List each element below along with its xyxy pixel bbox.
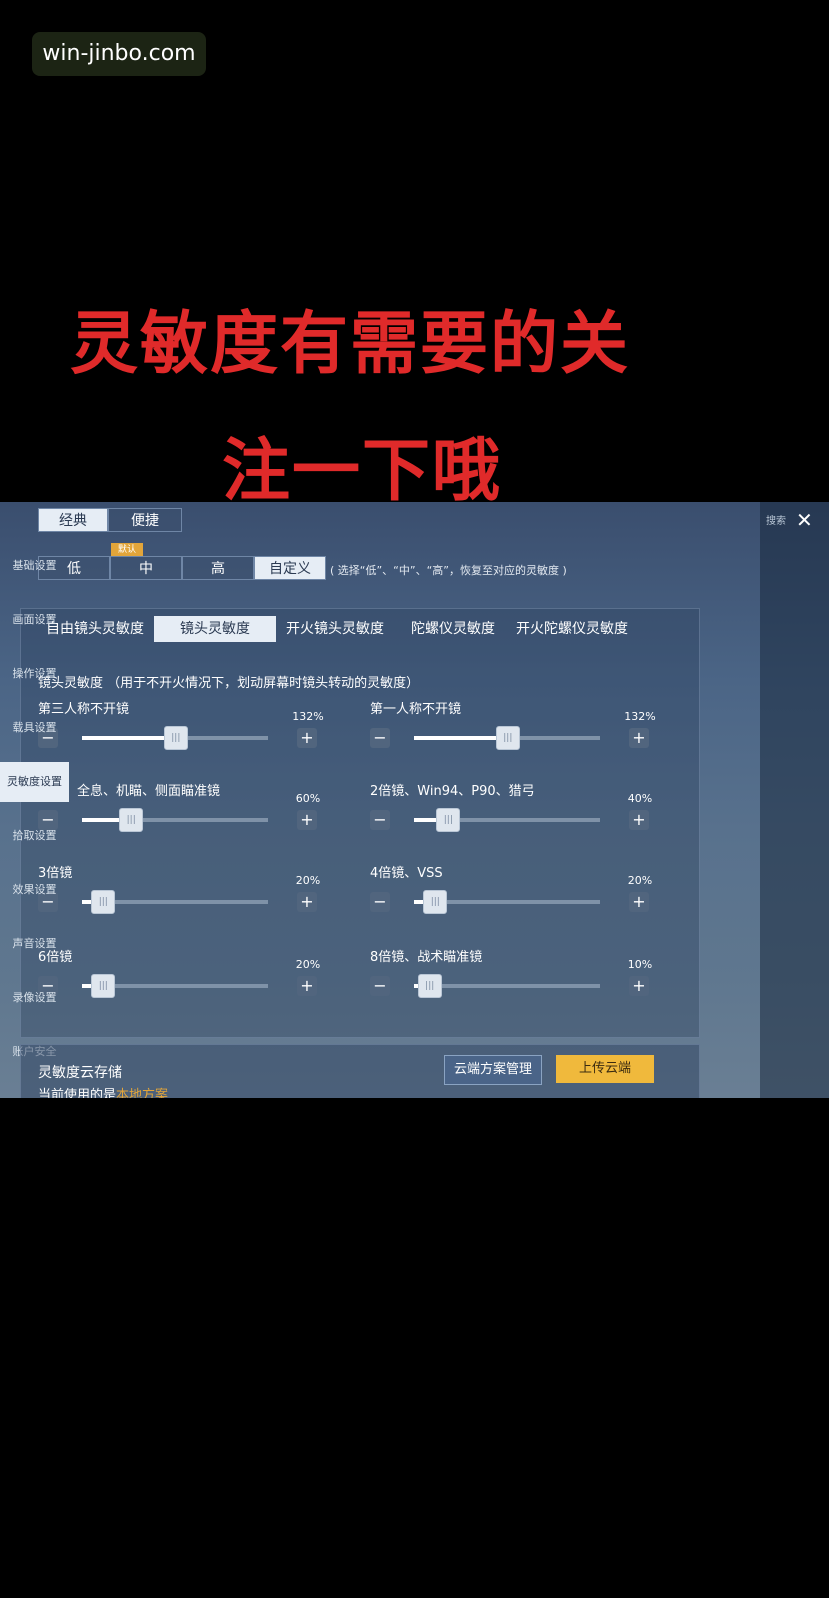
slider-track[interactable]: ||| [414,808,600,832]
slider-value: 20% [295,958,321,971]
slider-value: 10% [627,958,653,971]
close-icon[interactable]: ✕ [796,508,813,532]
slider-handle[interactable]: ||| [495,726,520,750]
slider-track[interactable]: ||| [414,974,600,998]
slider-handle[interactable]: ||| [423,890,448,914]
level-high[interactable]: 高 [182,556,254,580]
slider-fill [82,984,92,988]
sidebar-item[interactable]: 录像设置 [0,978,69,1018]
settings-sidebar [760,502,829,1098]
plus-button[interactable]: + [629,976,649,996]
plus-button[interactable]: + [629,728,649,748]
slider-fill [82,818,120,822]
plus-button[interactable]: + [297,892,317,912]
subtab-gyro[interactable]: 陀螺仪灵敏度 [398,616,508,642]
sidebar-item[interactable]: 灵敏度设置 [0,762,69,802]
cloud-storage-subtitle: 当前使用的是本地方案 [38,1084,168,1098]
mode-tab-classic[interactable]: 经典 [38,508,108,532]
slider-fill [414,900,424,904]
slider-handle[interactable]: ||| [119,808,144,832]
watermark: win-jinbo.com [32,32,206,76]
slider-handle[interactable]: ||| [91,974,116,998]
minus-button[interactable]: − [370,976,390,996]
minus-button[interactable]: − [370,892,390,912]
level-hint: ( 选择“低”、“中”、“高”，恢复至对应的灵敏度 ) [330,564,567,577]
slider-track[interactable]: ||| [82,726,268,750]
slider-track[interactable]: ||| [82,974,268,998]
plus-button[interactable]: + [297,810,317,830]
slider-handle[interactable]: ||| [436,808,461,832]
slider-label: 2倍镜、Win94、P90、猎弓 [370,784,535,799]
sidebar-item[interactable]: 画面设置 [0,600,69,640]
cloud-storage-title: 灵敏度云存储 [38,1065,122,1081]
slider-handle[interactable]: ||| [163,726,188,750]
plus-button[interactable]: + [629,892,649,912]
section-description: 镜头灵敏度 （用于不开火情况下，划动屏幕时镜头转动的灵敏度） [38,676,420,691]
slider-value: 20% [295,874,321,887]
minus-button[interactable]: − [370,810,390,830]
level-custom[interactable]: 自定义 [254,556,326,580]
slider-value: 60% [295,792,321,805]
slider-value: 132% [292,710,324,723]
search-label[interactable]: 搜索 [766,512,786,527]
plus-button[interactable]: + [297,728,317,748]
sidebar-item[interactable]: 声音设置 [0,924,69,964]
default-badge: 默认 [111,543,143,557]
slider-fill [414,818,437,822]
mode-tab-simple[interactable]: 便捷 [108,508,182,532]
slider-handle[interactable]: ||| [417,974,442,998]
headline-line-2: 注一下哦 [222,432,503,511]
sidebar-item[interactable]: 载具设置 [0,708,69,748]
subtab-fire-camera[interactable]: 开火镜头灵敏度 [276,616,394,642]
cloud-manage-button[interactable]: 云端方案管理 [444,1055,542,1085]
sidebar-item[interactable]: 拾取设置 [0,816,69,856]
slider-track[interactable]: ||| [82,808,268,832]
slider-value: 20% [627,874,653,887]
slider-value: 132% [624,710,656,723]
level-medium[interactable]: 中 [110,556,182,580]
slider-label: 第一人称不开镜 [370,702,462,717]
slider-fill [82,900,92,904]
headline-line-1: 灵敏度有需要的关 [70,305,631,384]
slider-fill [414,736,496,740]
sidebar-item[interactable]: 操作设置 [0,654,69,694]
plus-button[interactable]: + [297,976,317,996]
slider-label: 4倍镜、VSS [370,866,443,881]
slider-handle[interactable]: ||| [91,890,116,914]
subtab-fire-gyro[interactable]: 开火陀螺仪灵敏度 [510,616,634,642]
slider-track[interactable]: ||| [414,726,600,750]
slider-track[interactable]: ||| [82,890,268,914]
sidebar-item[interactable]: 效果设置 [0,870,69,910]
sidebar-item[interactable]: 基础设置 [0,546,69,586]
game-settings-screen: 经典 便捷 默认 低 中 高 自定义 ( 选择“低”、“中”、“高”，恢复至对应… [0,502,829,1098]
subtab-camera[interactable]: 镜头灵敏度 [154,616,276,642]
minus-button[interactable]: − [370,728,390,748]
slider-track[interactable]: ||| [414,890,600,914]
slider-label: 8倍镜、战术瞄准镜 [370,950,483,965]
current-plan-link[interactable]: 本地方案 [116,1088,168,1098]
slider-value: 40% [627,792,653,805]
slider-fill [82,736,164,740]
plus-button[interactable]: + [629,810,649,830]
cloud-upload-button[interactable]: 上传云端 [556,1055,654,1083]
